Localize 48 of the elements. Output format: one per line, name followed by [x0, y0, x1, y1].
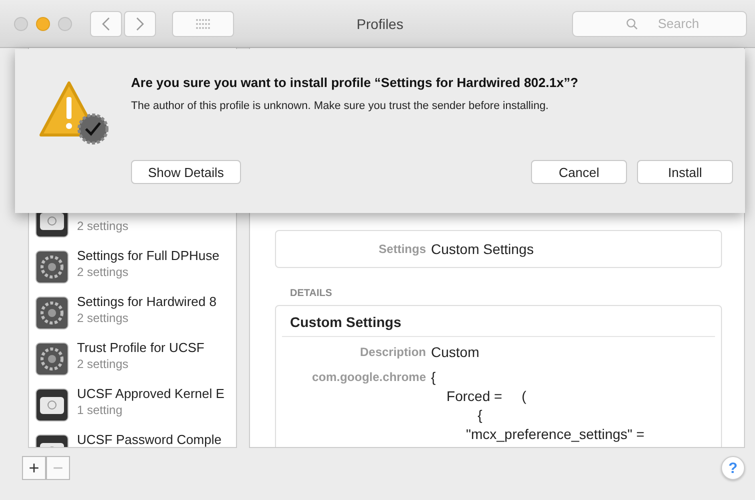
- profile-icon: [35, 388, 69, 422]
- field-label: com.google.chrome: [310, 369, 426, 386]
- profile-settings-count: 2 settings: [77, 219, 128, 233]
- search-field[interactable]: Search: [572, 10, 747, 36]
- profile-name: Settings for Hardwired 8: [77, 294, 216, 309]
- field-value: {: [476, 406, 484, 425]
- show-all-button[interactable]: [172, 10, 234, 36]
- add-button[interactable]: +: [22, 456, 46, 480]
- minimize-button[interactable]: [36, 16, 50, 30]
- dialog-message: The author of this profile is unknown. Make sure you trust the sender before installing.: [131, 100, 550, 112]
- card-title: Custom Settings: [282, 306, 715, 337]
- profile-item[interactable]: Settings for Full DPHuse 2 settings: [29, 244, 236, 290]
- section-heading: DETAILS: [290, 288, 334, 299]
- field-value: {: [431, 368, 437, 387]
- profile-settings-count: 2 settings: [77, 265, 130, 279]
- back-icon: [101, 16, 111, 30]
- zoom-button[interactable]: [58, 16, 72, 30]
- warning-icon: [39, 79, 111, 147]
- forward-button[interactable]: [124, 10, 156, 36]
- dialog-button[interactable]: Show Details: [131, 160, 241, 184]
- profile-item[interactable]: UCSF Approved Kernel E 1 setting: [29, 382, 236, 428]
- gear-icon: [35, 342, 69, 376]
- field-value: Custom Settings: [431, 241, 534, 257]
- profile-item[interactable]: Settings for Hardwired 8 2 settings: [29, 290, 236, 336]
- forward-icon: [135, 16, 145, 30]
- grid-icon: [195, 18, 211, 30]
- field-label: Description: [358, 344, 426, 361]
- field-value: Custom: [431, 343, 480, 362]
- profile-name: UCSF Password Comple: [77, 432, 222, 447]
- window-title: Profiles: [356, 16, 404, 32]
- profile-settings-count: 2 settings: [77, 311, 130, 325]
- profile-settings-count: 1 setting: [77, 403, 124, 417]
- profile-name: Settings for Full DPHuse: [77, 248, 220, 263]
- profile-settings-count: 2 settings: [77, 357, 130, 371]
- profile-item[interactable]: Trust Profile for UCSF 2 settings: [29, 336, 236, 382]
- field-label: Settings: [378, 242, 426, 256]
- profile-name: UCSF Approved Kernel E: [77, 386, 224, 401]
- dialog-title: Are you sure you want to install profile “Settings for Hardwired 802.1x”?: [131, 75, 580, 90]
- search-icon: [626, 18, 638, 30]
- gear-icon: [35, 250, 69, 284]
- dialog-button[interactable]: Cancel: [531, 160, 627, 184]
- gear-icon: [35, 296, 69, 330]
- field-value: "mcx_preference_settings" =: [465, 425, 644, 444]
- close-button[interactable]: [14, 16, 28, 30]
- field-value: Forced = (: [446, 387, 528, 406]
- dialog-button[interactable]: Install: [637, 160, 733, 184]
- back-button[interactable]: [90, 10, 122, 36]
- profile-name: Trust Profile for UCSF: [77, 340, 204, 355]
